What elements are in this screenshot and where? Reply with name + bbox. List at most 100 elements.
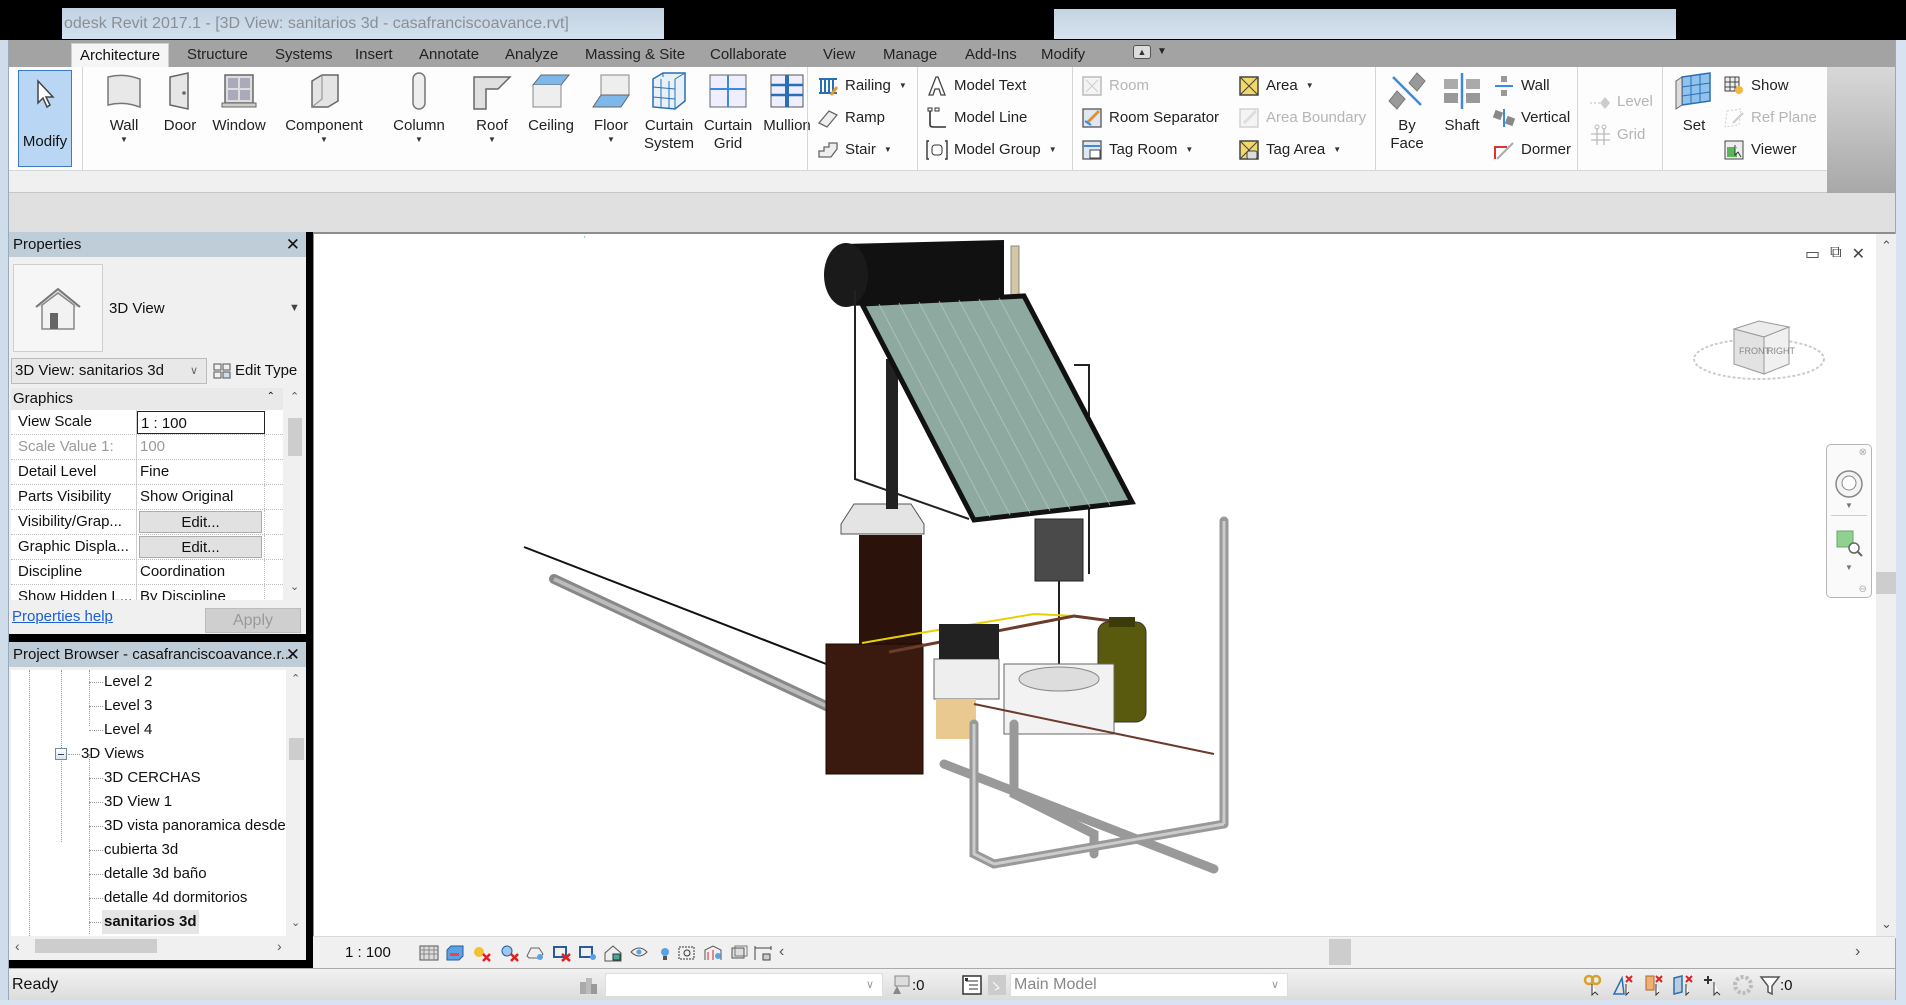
properties-scrollbar[interactable]: ⌃ ⌄ xyxy=(285,388,305,600)
ceiling-button[interactable]: Ceiling xyxy=(521,71,581,135)
browser-vertical-scrollbar[interactable]: ⌃ ⌄ xyxy=(286,670,306,936)
discipline-field[interactable]: Coordination xyxy=(137,560,265,584)
visibility-graphics-edit-button[interactable]: Edit... xyxy=(139,511,262,533)
select-links-icon[interactable] xyxy=(1582,974,1604,996)
door-button[interactable]: Door xyxy=(157,71,203,135)
window-button[interactable]: Window xyxy=(207,71,271,135)
scrollbar-thumb[interactable] xyxy=(1876,572,1896,594)
wheel-dropdown-icon[interactable]: ▼ xyxy=(1845,501,1853,510)
zoom-region-icon[interactable] xyxy=(1835,529,1863,557)
area-boundary-button[interactable]: Area Boundary xyxy=(1238,105,1366,131)
plumbing-3d-model[interactable]: ' FRONT RIGHT xyxy=(314,234,1874,934)
properties-help-link[interactable]: Properties help xyxy=(12,608,113,625)
select-pinned-icon[interactable] xyxy=(1642,974,1664,996)
reveal-constraints-icon[interactable] xyxy=(753,944,773,962)
background-processes-icon[interactable] xyxy=(1732,974,1754,996)
drag-elements-icon[interactable] xyxy=(1702,974,1724,996)
set-work-plane-button[interactable]: Set xyxy=(1671,71,1717,135)
tab-modify[interactable]: Modify xyxy=(1033,43,1093,67)
curtain-grid-button[interactable]: Curtain Grid xyxy=(699,71,757,153)
scroll-left-icon[interactable]: ‹ xyxy=(15,938,20,954)
column-dropdown-icon[interactable]: ▼ xyxy=(384,135,454,145)
scroll-up-icon[interactable]: ⌃ xyxy=(290,390,299,403)
editing-requests-icon[interactable] xyxy=(889,974,911,996)
show-analytical-model-icon[interactable] xyxy=(703,944,723,962)
temporary-view-properties-icon[interactable] xyxy=(677,944,697,962)
collapse-icon[interactable]: ⌃ xyxy=(267,388,275,408)
scroll-left-icon[interactable]: ‹ xyxy=(779,943,784,961)
floor-dropdown-icon[interactable]: ▼ xyxy=(587,135,635,145)
tab-architecture[interactable]: Architecture xyxy=(71,43,170,67)
scroll-down-icon[interactable]: ⌄ xyxy=(291,916,300,929)
tree-item-view[interactable]: detalle 4d dormitorios xyxy=(104,886,247,910)
tab-manage[interactable]: Manage xyxy=(875,43,945,67)
close-icon[interactable]: ✕ xyxy=(286,642,300,667)
scrollbar-thumb[interactable] xyxy=(35,939,157,953)
tab-collaborate[interactable]: Collaborate xyxy=(702,43,795,67)
reveal-hidden-icon[interactable] xyxy=(655,944,675,962)
navbar-options-icon[interactable]: ⊖ xyxy=(1859,584,1867,595)
component-dropdown-icon[interactable]: ▼ xyxy=(277,135,371,145)
tree-item-level-3[interactable]: Level 3 xyxy=(104,694,152,718)
detail-level-field[interactable]: Fine xyxy=(137,460,265,484)
tag-area-dropdown-icon[interactable]: ▼ xyxy=(1333,137,1341,163)
parts-visibility-field[interactable]: Show Original xyxy=(137,485,265,509)
crop-region-icon[interactable] xyxy=(577,944,597,962)
scroll-up-icon[interactable]: ⌃ xyxy=(291,672,300,685)
modify-button[interactable]: Modify xyxy=(18,70,72,167)
wall-dropdown-icon[interactable]: ▼ xyxy=(99,135,149,145)
close-view-icon[interactable]: ✕ xyxy=(1852,244,1865,264)
tab-massing-site[interactable]: Massing & Site xyxy=(577,43,693,67)
viewcube[interactable]: FRONT RIGHT xyxy=(1693,320,1825,380)
vertical-opening-button[interactable]: Vertical xyxy=(1493,105,1570,131)
restore-view-icon[interactable]: ⧉ xyxy=(1830,244,1841,264)
close-icon[interactable]: ✕ xyxy=(286,232,300,257)
room-button[interactable]: Room xyxy=(1081,73,1149,99)
model-text-button[interactable]: Model Text xyxy=(926,73,1026,99)
tag-area-button[interactable]: Tag Area ▼ xyxy=(1238,137,1341,163)
workset-selector[interactable]: ∨ xyxy=(605,973,883,997)
type-selector-dropdown[interactable]: ▼ xyxy=(289,302,300,314)
graphic-display-edit-button[interactable]: Edit... xyxy=(139,536,262,558)
grid-button[interactable]: Grid xyxy=(1589,122,1645,148)
active-design-option-selector[interactable]: Main Model ∨ xyxy=(1010,973,1288,997)
scrollbar-thumb[interactable] xyxy=(289,738,304,760)
design-options-icon[interactable] xyxy=(961,974,983,996)
tree-group-3d-views[interactable]: 3D Views xyxy=(81,742,144,766)
tab-insert[interactable]: Insert xyxy=(347,43,401,67)
floor-button[interactable]: Floor ▼ xyxy=(587,71,635,145)
model-group-dropdown-icon[interactable]: ▼ xyxy=(1049,137,1057,163)
view-scale-button[interactable]: 1 : 100 xyxy=(345,944,391,961)
curtain-system-button[interactable]: Curtain System xyxy=(640,71,698,153)
view-instance-selector[interactable]: 3D View: sanitarios 3d ∨ xyxy=(11,358,207,384)
tree-item-view[interactable]: 3D View 1 xyxy=(104,790,172,814)
tree-item-view[interactable]: detalle 3d baño xyxy=(104,862,207,886)
tab-analyze[interactable]: Analyze xyxy=(497,43,566,67)
view-scale-input[interactable]: 1 : 100 xyxy=(137,411,265,434)
tree-item-view[interactable]: 3D vista panoramica desde xyxy=(104,814,286,838)
viewport-horizontal-scrollbar-thumb[interactable] xyxy=(1329,939,1351,965)
collapse-toggle[interactable] xyxy=(55,748,67,760)
ref-plane-button[interactable]: Ref Plane xyxy=(1723,105,1817,131)
scroll-up-icon[interactable]: ⌃ xyxy=(1881,238,1892,254)
roof-button[interactable]: Roof ▼ xyxy=(467,71,517,145)
tab-structure[interactable]: Structure xyxy=(179,43,256,67)
column-button[interactable]: Column ▼ xyxy=(384,71,454,145)
tag-room-button[interactable]: Tag Room ▼ xyxy=(1081,137,1193,163)
model-line-button[interactable]: Model Line xyxy=(926,105,1027,131)
roof-dropdown-icon[interactable]: ▼ xyxy=(467,135,517,145)
viewport-vertical-scrollbar[interactable]: ⌃ ⌄ xyxy=(1876,234,1896,938)
select-underlay-icon[interactable] xyxy=(1612,974,1634,996)
worksets-icon[interactable] xyxy=(577,974,599,996)
3d-viewport[interactable]: ' FRONT RIGHT ▭ ⧉ ✕ ⊗ ▼ ▼ ⊖ ⌃ ⌄ xyxy=(313,232,1896,938)
filter-icon[interactable] xyxy=(1759,974,1781,996)
shaft-button[interactable]: Shaft xyxy=(1435,71,1489,135)
scroll-right-icon[interactable]: › xyxy=(277,938,282,954)
minimize-ribbon-button[interactable]: ▲ xyxy=(1133,45,1151,59)
tab-add-ins[interactable]: Add-Ins xyxy=(957,43,1025,67)
close-navbar-icon[interactable]: ⊗ xyxy=(1859,447,1867,458)
wall-opening-button[interactable]: Wall xyxy=(1493,73,1550,99)
zoom-dropdown-icon[interactable]: ▼ xyxy=(1845,563,1853,572)
area-button[interactable]: Area ▼ xyxy=(1238,73,1314,99)
tree-item-view[interactable]: cubierta 3d xyxy=(104,838,178,862)
